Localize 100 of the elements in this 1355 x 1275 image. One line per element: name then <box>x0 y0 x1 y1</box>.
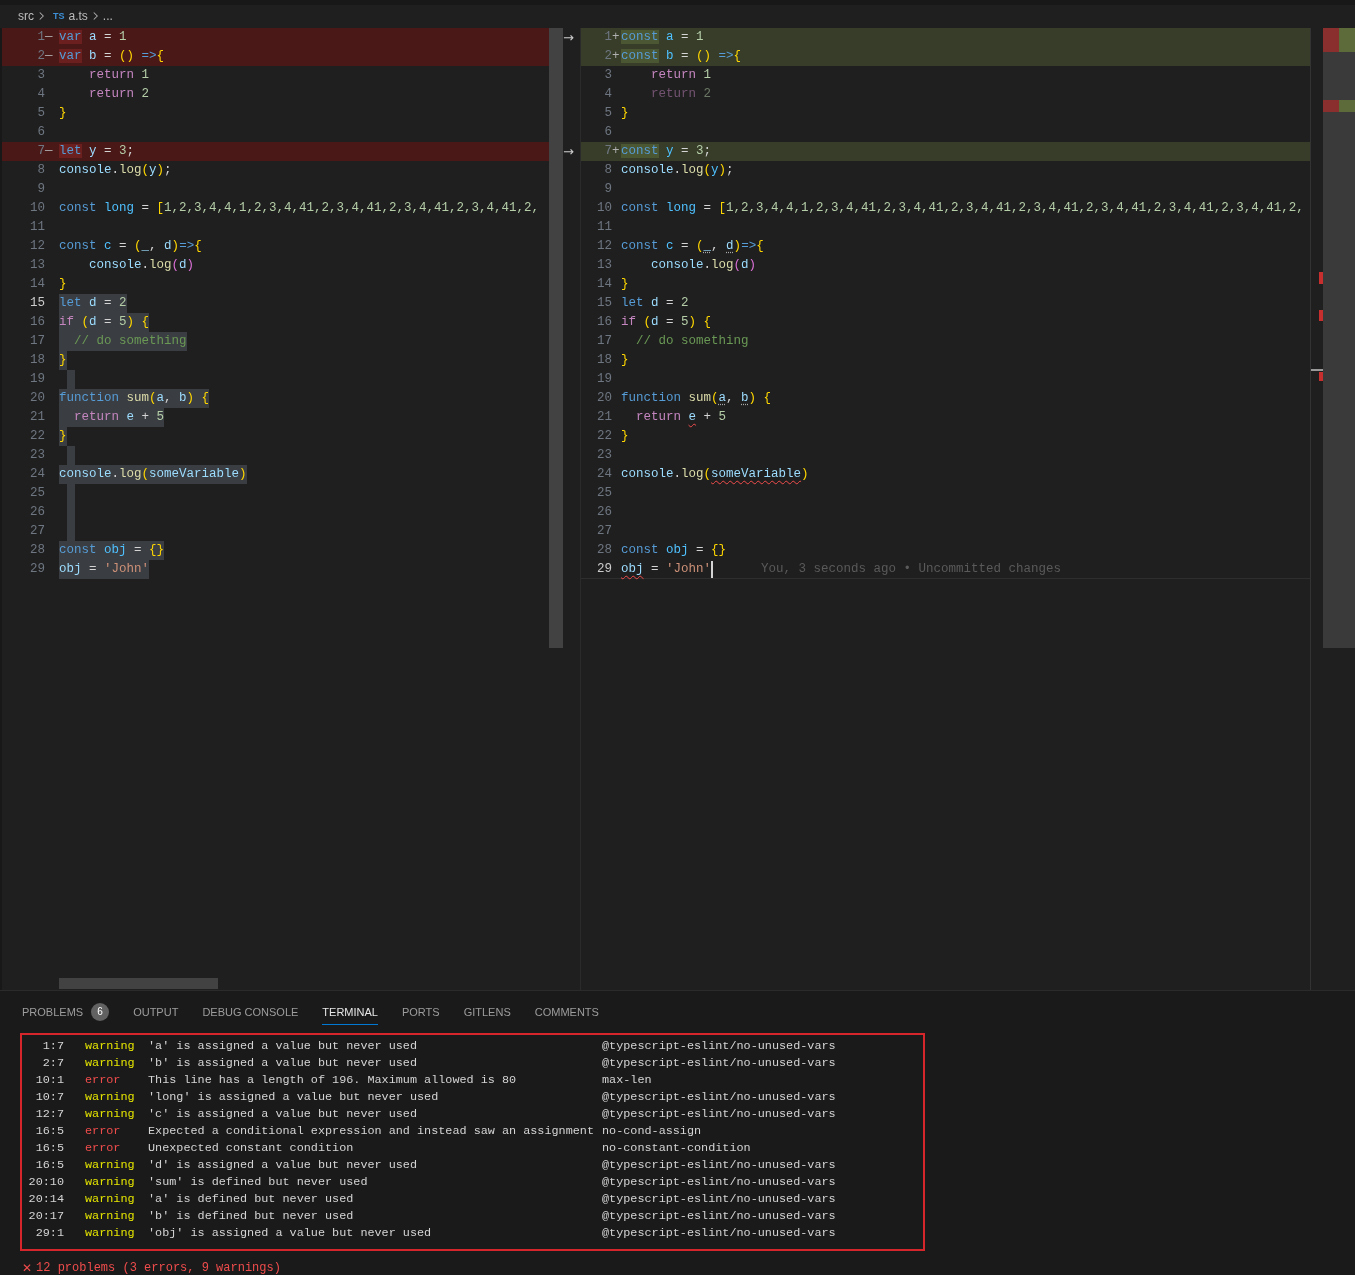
diff-marker: — <box>45 30 54 45</box>
code-line: console.log(y); <box>621 161 734 179</box>
line-number: 8 <box>603 163 612 178</box>
line-number: 9 <box>603 182 612 197</box>
revert-arrow[interactable]: → <box>563 29 574 45</box>
line-number: 22 <box>29 429 45 444</box>
line-number: 1 <box>603 30 612 45</box>
code-line: } <box>59 275 67 293</box>
problem-message: 'a' is defined but never used <box>148 1192 355 1208</box>
line-number: 4 <box>36 87 45 102</box>
line-number: 24 <box>29 467 45 482</box>
code-line: return 2 <box>88 85 150 103</box>
problem-message: 'obj' is assigned a value but never used <box>148 1226 433 1242</box>
line-number: 10 <box>29 201 45 216</box>
problem-position: 10:1 <box>34 1073 64 1089</box>
scrollbar-thumb[interactable] <box>59 977 218 989</box>
line-number: 15 <box>29 296 45 311</box>
added-marker <box>1339 27 1355 52</box>
line-number: 11 <box>29 220 45 235</box>
line-number: 21 <box>596 410 612 425</box>
panel-tab[interactable]: OUTPUT <box>133 999 179 1025</box>
line-number: 28 <box>596 543 612 558</box>
code-line: return e + 5 <box>635 408 727 426</box>
blame-annotation: You, 3 seconds ago • Uncommitted changes <box>761 562 1062 577</box>
problem-rule: max-len <box>602 1073 653 1089</box>
line-number: 26 <box>29 505 45 520</box>
breadcrumb-item[interactable]: src <box>18 9 34 24</box>
line-number: 25 <box>596 486 612 501</box>
code-line: const long = [1,2,3,4,4,1,2,3,4,41,2,3,4,41,2,3,4,41,2,3,4,41,2,3,4,41,2,3,4,41,2,3,4,41,2, <box>621 199 1304 217</box>
line-number: 16 <box>29 315 45 330</box>
line-number: 17 <box>29 334 45 349</box>
line-number: 12 <box>29 239 45 254</box>
code-line: } <box>621 427 629 445</box>
count-badge: 6 <box>91 1002 110 1021</box>
problem-position: 10:7 <box>34 1090 64 1106</box>
line-number: 7 <box>603 144 612 159</box>
code-line: const c = (_, d)=>{ <box>621 237 764 255</box>
code-line: } <box>621 275 629 293</box>
problem-message: 'long' is assigned a value but never used <box>148 1090 440 1106</box>
problem-rule: @typescript-eslint/no-unused-vars <box>602 1039 837 1055</box>
problem-position: 12:7 <box>34 1107 64 1123</box>
problem-severity: warning <box>84 1158 136 1174</box>
diff-marker: — <box>45 144 54 159</box>
line-number: 18 <box>29 353 45 368</box>
line-number: 22 <box>596 429 612 444</box>
scrollbar-thumb[interactable] <box>1323 27 1355 648</box>
diff-marker: + <box>612 30 621 45</box>
problem-severity: warning <box>84 1226 136 1242</box>
line-number: 23 <box>29 448 45 463</box>
code-line: const c = (_, d)=>{ <box>59 237 202 255</box>
code-line: const y = 3; <box>621 142 712 160</box>
panel-tab[interactable]: COMMENTS <box>534 999 599 1025</box>
diff-marker: + <box>612 144 621 159</box>
problem-rule: @typescript-eslint/no-unused-vars <box>602 1158 837 1174</box>
scrollbar-thumb[interactable] <box>549 27 563 648</box>
problem-severity: warning <box>84 1209 136 1225</box>
problem-position: 16:5 <box>34 1124 64 1140</box>
problem-severity: warning <box>84 1090 136 1106</box>
problem-position: 1:7 <box>41 1039 64 1055</box>
line-number: 18 <box>596 353 612 368</box>
code-line: let d = 2 <box>621 294 689 312</box>
revert-arrow[interactable]: → <box>563 143 574 159</box>
line-number: 13 <box>596 258 612 273</box>
problem-message: 'b' is defined but never used <box>148 1209 355 1225</box>
panel-tab[interactable]: PORTS <box>401 999 440 1025</box>
panel-tab[interactable]: TERMINAL <box>322 999 378 1025</box>
code-line: let y = 3; <box>59 142 135 160</box>
breadcrumb-item[interactable]: a.ts <box>68 9 88 24</box>
line-number: 19 <box>29 372 45 387</box>
problem-rule: @typescript-eslint/no-unused-vars <box>602 1056 837 1072</box>
line-number: 25 <box>29 486 45 501</box>
panel-tab[interactable]: GITLENS <box>463 999 511 1025</box>
line-number: 3 <box>603 68 612 83</box>
panel-tab[interactable]: DEBUG CONSOLE <box>202 999 299 1025</box>
code-line: } <box>621 351 629 369</box>
breadcrumb-item[interactable]: ... <box>102 9 113 24</box>
code-line: return 2 <box>650 85 712 103</box>
removed-marker <box>1323 99 1339 112</box>
problem-rule: no-constant-condition <box>602 1141 752 1157</box>
problem-message: 'b' is assigned a value but never used <box>148 1056 418 1072</box>
problem-severity: error <box>84 1141 122 1157</box>
diff-marker: + <box>612 49 621 64</box>
code-line: console.log(d) <box>650 256 757 274</box>
panel-tab[interactable]: PROBLEMS 6 <box>22 999 110 1025</box>
problem-severity: error <box>84 1124 122 1140</box>
line-number: 26 <box>596 505 612 520</box>
line-number: 28 <box>29 543 45 558</box>
line-number: 27 <box>596 524 612 539</box>
line-number: 14 <box>596 277 612 292</box>
file-type-icon: TS <box>53 11 65 22</box>
problem-position: 20:14 <box>27 1192 64 1208</box>
code-line: return 1 <box>650 66 712 84</box>
problem-severity: warning <box>84 1039 136 1055</box>
line-number: 1 <box>36 30 45 45</box>
code-line: const obj = {} <box>621 541 727 559</box>
problem-position: 20:17 <box>27 1209 64 1225</box>
line-number: 4 <box>603 87 612 102</box>
code-line: } <box>621 104 629 122</box>
removed-marker <box>1323 27 1339 52</box>
problem-severity: warning <box>84 1056 136 1072</box>
